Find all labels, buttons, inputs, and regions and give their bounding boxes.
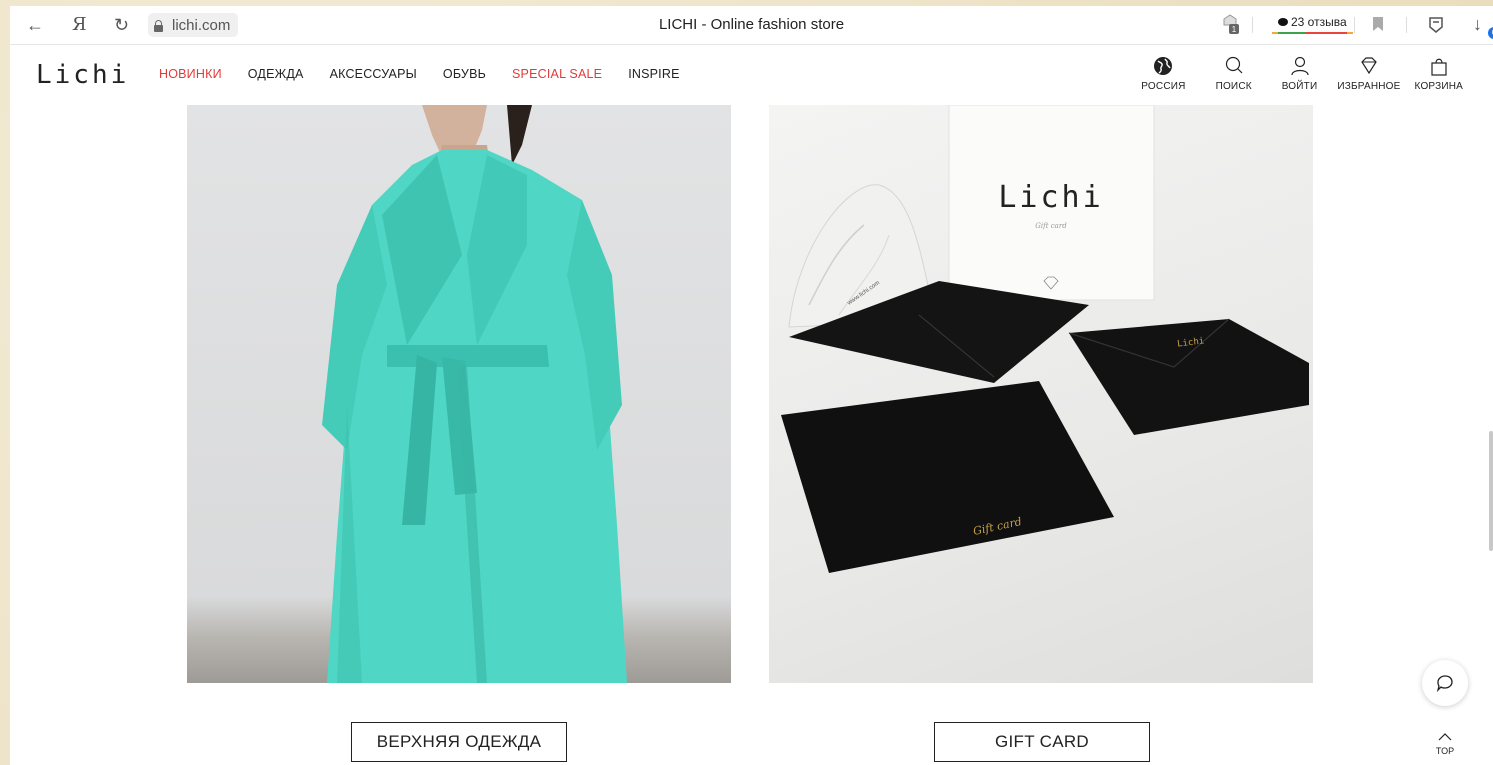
site-logo[interactable]: Lichi [36,60,129,90]
favorites-label: ИЗБРАННОЕ [1337,81,1401,92]
reviews-button[interactable]: 23 отзыва [1272,12,1353,34]
nav-item-inspire[interactable]: INSPIRE [628,67,679,81]
extension-icon-svg: 1 [1223,14,1239,34]
download-icon[interactable]: ↓ [1473,14,1482,34]
tab-title: LICHI - Online fashion store [658,16,845,33]
top-label: TOP [1435,746,1455,756]
search-icon [1225,56,1243,74]
header-actions: РОССИЯ ПОИСК ВОЙТИ ИЗБРАННОЕ КОРЗИНА [1121,55,1463,92]
svg-text:1: 1 [1232,25,1237,34]
search-button[interactable]: ПОИСК [1216,55,1252,92]
diamond-icon [1361,57,1377,75]
nav-item-new[interactable]: НОВИНКИ [159,67,222,81]
chat-button[interactable] [1422,660,1468,706]
nav-item-accessories[interactable]: АКСЕССУАРЫ [330,67,417,81]
nav-item-clothing[interactable]: ОДЕЖДА [248,67,304,81]
favorites-button[interactable]: ИЗБРАННОЕ [1337,55,1400,92]
nav-item-special-sale[interactable]: SPECIAL SALE [512,67,602,81]
bag-icon [1431,58,1447,76]
outerwear-image[interactable] [187,105,731,683]
nav-item-shoes[interactable]: ОБУВЬ [443,67,486,81]
login-button[interactable]: ВОЙТИ [1282,55,1318,92]
search-label: ПОИСК [1215,81,1252,92]
globe-icon [1154,57,1173,75]
login-label: ВОЙТИ [1281,81,1318,92]
coat-illustration [322,105,627,683]
separator [1406,17,1407,33]
browser-window: ← Я ↻ lichi.com LICHI - Online fashion s… [10,6,1493,765]
separator [1252,17,1253,33]
downloads-badge: 6 [1488,27,1493,39]
scrollbar[interactable] [1489,431,1493,551]
gift-card-illustration: Lichi Gift card www.lichi.com Lichi Gift… [781,105,1309,573]
svg-text:Gift card: Gift card [1035,222,1067,230]
region-label: РОССИЯ [1141,81,1186,92]
site-header: Lichi НОВИНКИ ОДЕЖДА АКСЕССУАРЫ ОБУВЬ SP… [10,45,1493,105]
user-icon [1290,56,1309,76]
cart-label: КОРЗИНА [1414,81,1463,92]
bookmark-icon[interactable] [1372,16,1384,36]
chevron-up-icon [1438,733,1452,741]
region-button[interactable]: РОССИЯ [1141,55,1185,92]
gift-card-category-button[interactable]: GIFT CARD [934,722,1150,762]
extension-icon[interactable]: 1 [1220,13,1240,39]
protect-icon[interactable] [1426,15,1446,39]
browser-toolbar: ← Я ↻ lichi.com LICHI - Online fashion s… [10,6,1493,45]
gift-card-image[interactable]: Lichi Gift card www.lichi.com Lichi Gift… [769,105,1313,683]
chat-bubble-icon [1436,675,1453,693]
speech-bubble-icon [1278,18,1288,26]
svg-text:Lichi: Lichi [998,180,1103,215]
outerwear-category-button[interactable]: ВЕРХНЯЯ ОДЕЖДА [351,722,567,762]
separator [1354,17,1355,33]
reviews-label: 23 отзыва [1291,15,1347,29]
back-to-top-button[interactable]: TOP [1432,728,1458,756]
main-nav: НОВИНКИ ОДЕЖДА АКСЕССУАРЫ ОБУВЬ SPECIAL … [159,67,706,81]
cart-button[interactable]: КОРЗИНА [1415,55,1463,92]
